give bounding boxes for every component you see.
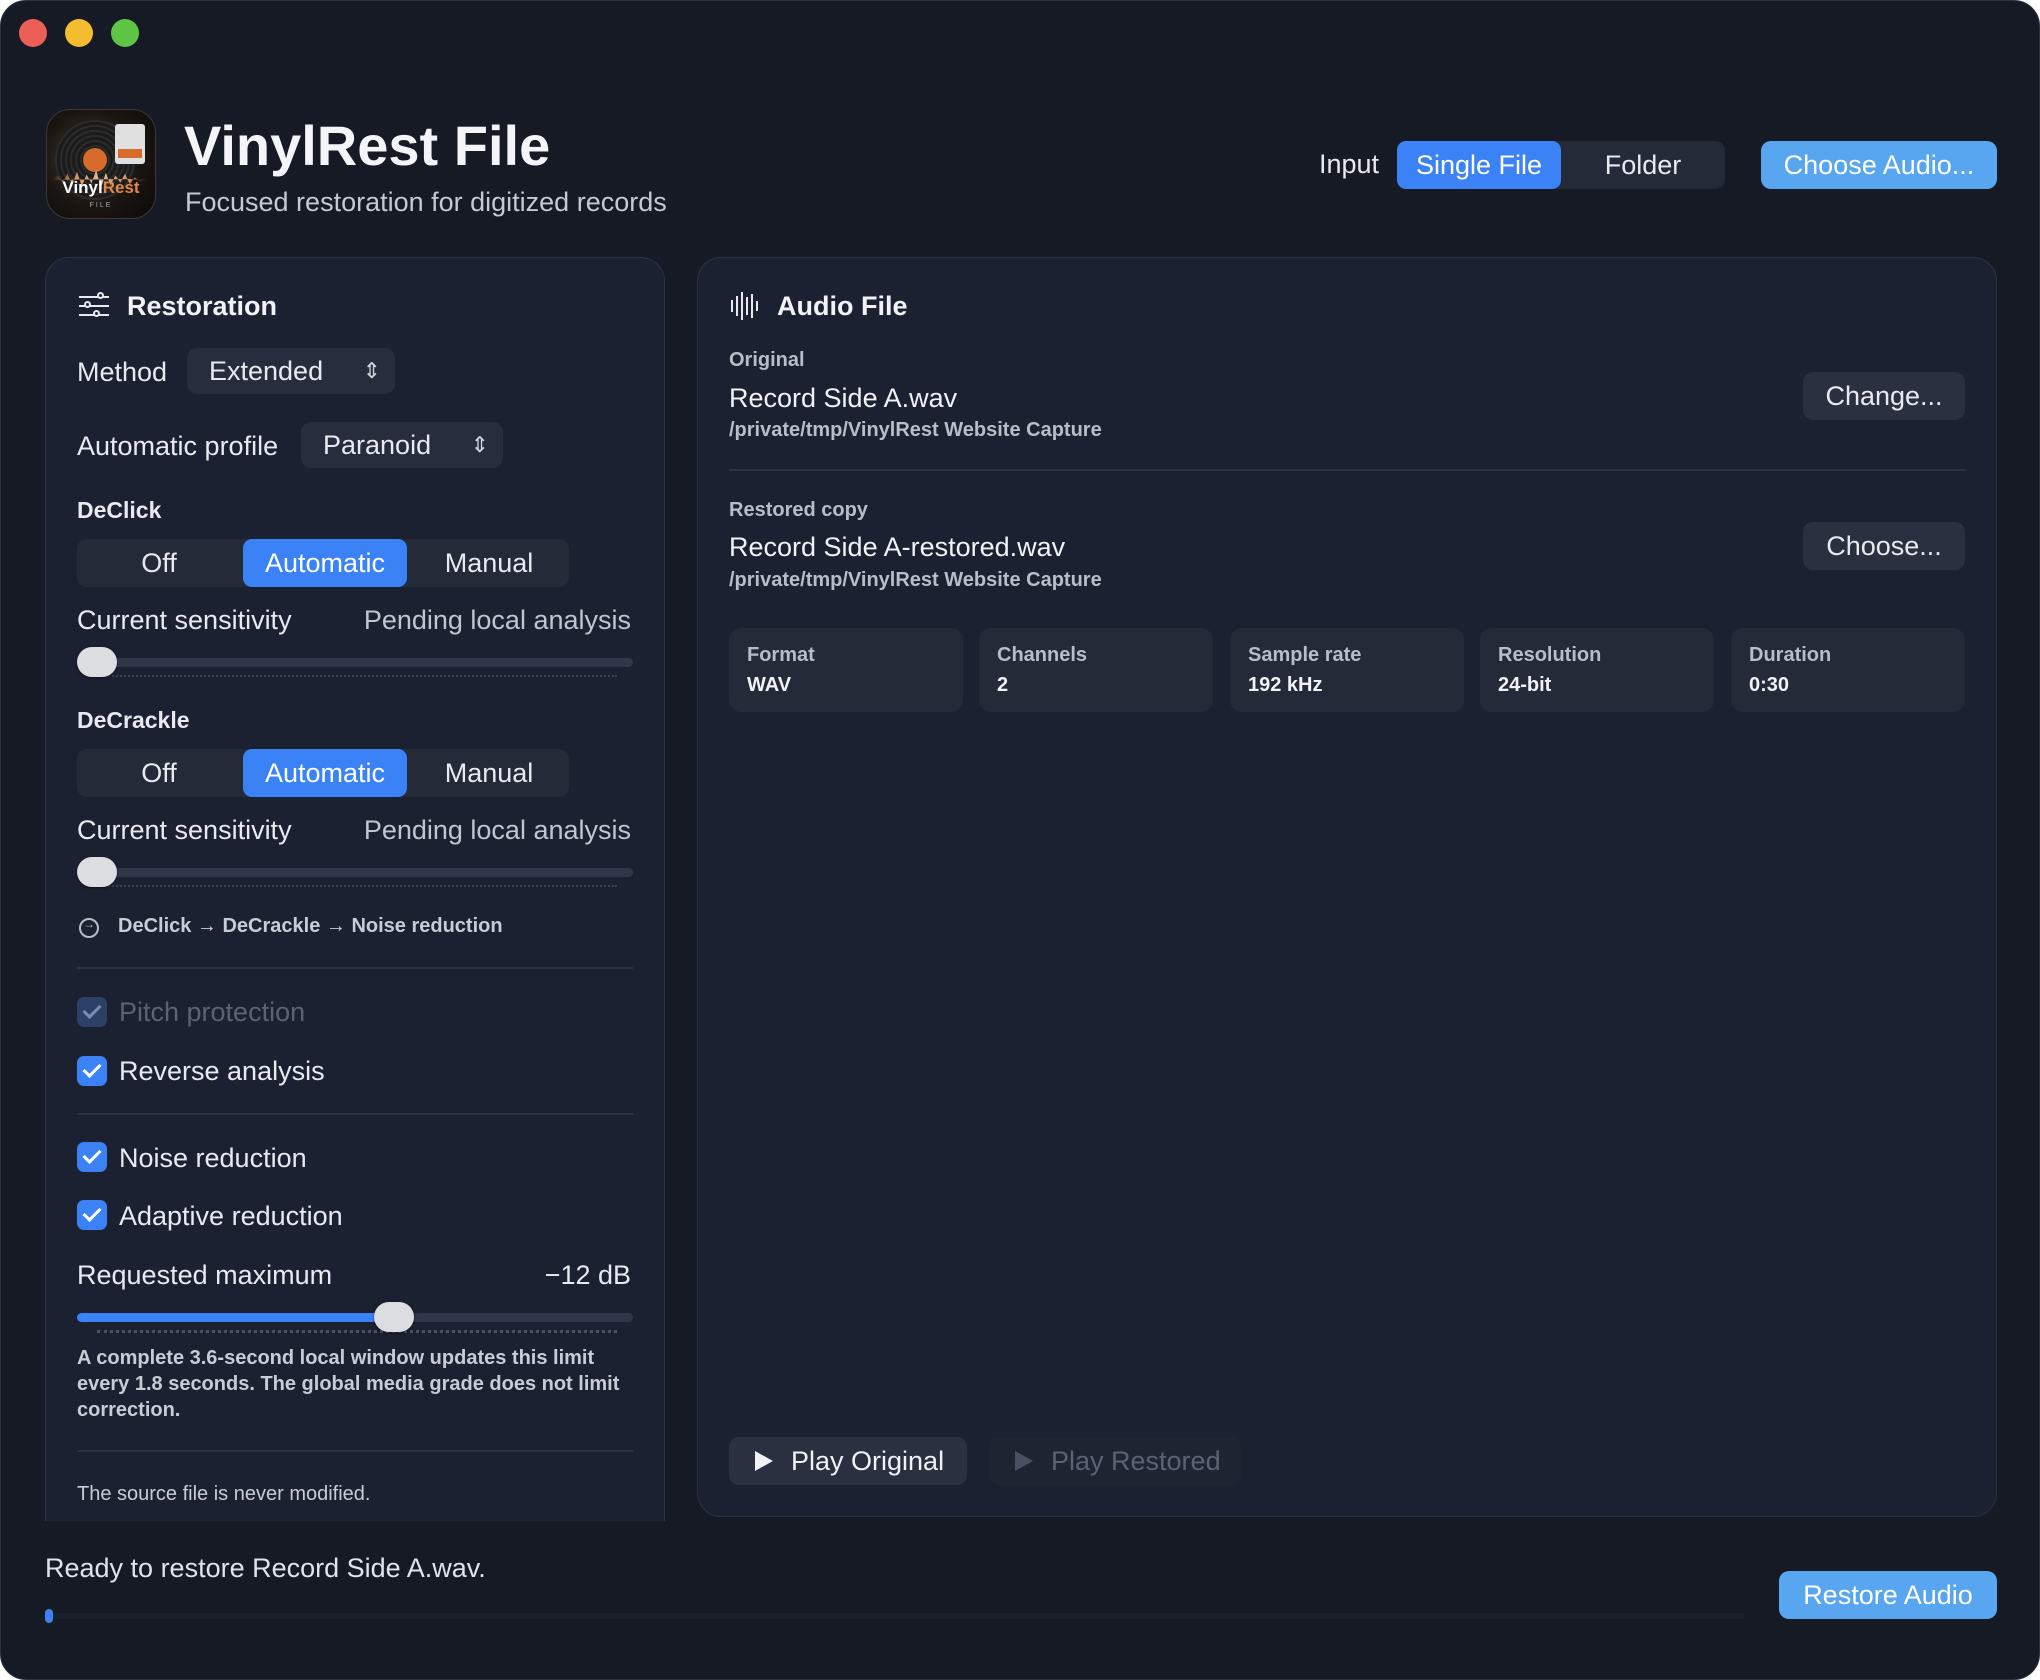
original-file-name: Record Side A.wav	[729, 383, 958, 413]
decrackle-sensitivity-value: Pending local analysis	[363, 815, 631, 845]
stat-sample-rate: Sample rate 192 kHz	[1230, 628, 1464, 712]
decrackle-off-option[interactable]: Off	[77, 749, 241, 797]
minimize-window-button[interactable]	[65, 19, 93, 47]
method-popup[interactable]: Extended ⇕	[187, 348, 395, 394]
declick-mode-segmented: Off Automatic Manual	[77, 539, 569, 587]
status-text: Ready to restore Record Side A.wav.	[45, 1553, 486, 1583]
play-original-button[interactable]: Play Original	[729, 1437, 967, 1485]
audio-file-panel	[697, 257, 1997, 1517]
requested-maximum-value: −12 dB	[544, 1260, 631, 1290]
reverse-analysis-checkbox[interactable]	[77, 1056, 107, 1086]
choose-audio-button[interactable]: Choose Audio...	[1761, 141, 1997, 189]
play-icon	[755, 1451, 773, 1471]
restore-audio-button[interactable]: Restore Audio	[1779, 1571, 1997, 1619]
pitch-protection-label: Pitch protection	[119, 997, 306, 1027]
choose-restored-button[interactable]: Choose...	[1803, 522, 1965, 570]
declick-slider-knob[interactable]	[77, 647, 117, 677]
play-icon	[1015, 1451, 1033, 1471]
declick-off-option[interactable]: Off	[77, 539, 241, 587]
close-window-button[interactable]	[19, 19, 47, 47]
up-down-chevron-icon: ⇕	[362, 358, 381, 383]
input-label: Input	[1319, 149, 1380, 179]
automatic-profile-value: Paranoid	[323, 430, 432, 460]
waveform-icon	[731, 291, 759, 321]
decrackle-manual-option[interactable]: Manual	[407, 749, 571, 797]
decrackle-title: DeCrackle	[77, 707, 190, 733]
original-file-path: /private/tmp/VinylRest Website Capture	[729, 419, 1102, 441]
decrackle-slider-knob[interactable]	[77, 857, 117, 887]
divider	[77, 1450, 633, 1452]
limit-note: A complete 3.6-second local window updat…	[77, 1347, 620, 1421]
restored-copy-caption: Restored copy	[729, 499, 868, 521]
play-restored-button[interactable]: Play Restored	[989, 1437, 1241, 1485]
input-folder-option[interactable]: Folder	[1561, 141, 1725, 189]
declick-title: DeClick	[77, 497, 162, 523]
declick-sensitivity-slider[interactable]	[77, 658, 633, 667]
stat-duration: Duration 0:30	[1731, 628, 1965, 712]
noise-reduction-label: Noise reduction	[119, 1143, 307, 1173]
stat-format: Format WAV	[729, 628, 963, 712]
decrackle-mode-segmented: Off Automatic Manual	[77, 749, 569, 797]
divider	[77, 967, 633, 969]
change-original-button[interactable]: Change...	[1803, 372, 1965, 420]
processing-chain: DeClick → DeCrackle → Noise reduction	[118, 915, 503, 937]
requested-maximum-slider[interactable]	[77, 1313, 633, 1322]
requested-maximum-knob[interactable]	[373, 1302, 414, 1332]
method-label: Method	[77, 357, 168, 387]
reverse-analysis-label: Reverse analysis	[119, 1056, 325, 1086]
decrackle-sensitivity-slider[interactable]	[77, 868, 633, 877]
declick-sensitivity-label: Current sensitivity	[77, 605, 292, 635]
up-down-chevron-icon: ⇕	[470, 432, 489, 457]
stat-channels: Channels 2	[979, 628, 1213, 712]
decrackle-automatic-option[interactable]: Automatic	[243, 749, 407, 797]
automatic-profile-label: Automatic profile	[77, 431, 279, 461]
method-value: Extended	[209, 356, 324, 386]
input-single-file-option[interactable]: Single File	[1397, 141, 1561, 189]
audio-file-title: Audio File	[777, 291, 908, 321]
app-window: VinylRest FILE VinylRest File Focused re…	[0, 0, 2040, 1680]
stat-resolution: Resolution 24-bit	[1480, 628, 1714, 712]
arrow-circle-icon	[79, 917, 99, 938]
app-subtitle: Focused restoration for digitized record…	[185, 187, 667, 217]
decrackle-sensitivity-label: Current sensitivity	[77, 815, 292, 845]
automatic-profile-popup[interactable]: Paranoid ⇕	[301, 422, 503, 468]
divider	[77, 1113, 633, 1115]
requested-maximum-label: Requested maximum	[77, 1260, 333, 1290]
adaptive-reduction-label: Adaptive reduction	[119, 1201, 343, 1231]
app-title: VinylRest File	[184, 114, 551, 177]
app-logo-icon: VinylRest FILE	[46, 109, 156, 219]
window-controls	[19, 19, 139, 47]
zoom-window-button[interactable]	[111, 19, 139, 47]
requested-maximum-fill	[77, 1313, 394, 1322]
restored-file-name: Record Side A-restored.wav	[729, 532, 1066, 562]
original-caption: Original	[729, 349, 805, 371]
divider	[729, 469, 1965, 471]
adaptive-reduction-checkbox[interactable]	[77, 1200, 107, 1230]
declick-automatic-option[interactable]: Automatic	[243, 539, 407, 587]
progress-track	[45, 1613, 1745, 1619]
progress-indicator	[45, 1609, 53, 1623]
declick-manual-option[interactable]: Manual	[407, 539, 571, 587]
sliders-icon	[79, 292, 109, 319]
declick-sensitivity-value: Pending local analysis	[363, 605, 631, 635]
input-mode-segmented: Single File Folder	[1397, 141, 1725, 189]
restoration-title: Restoration	[127, 291, 278, 321]
source-footnote: The source file is never modified.	[77, 1483, 371, 1505]
restored-file-path: /private/tmp/VinylRest Website Capture	[729, 569, 1102, 591]
noise-reduction-checkbox[interactable]	[77, 1142, 107, 1172]
pitch-protection-checkbox[interactable]	[77, 997, 107, 1027]
